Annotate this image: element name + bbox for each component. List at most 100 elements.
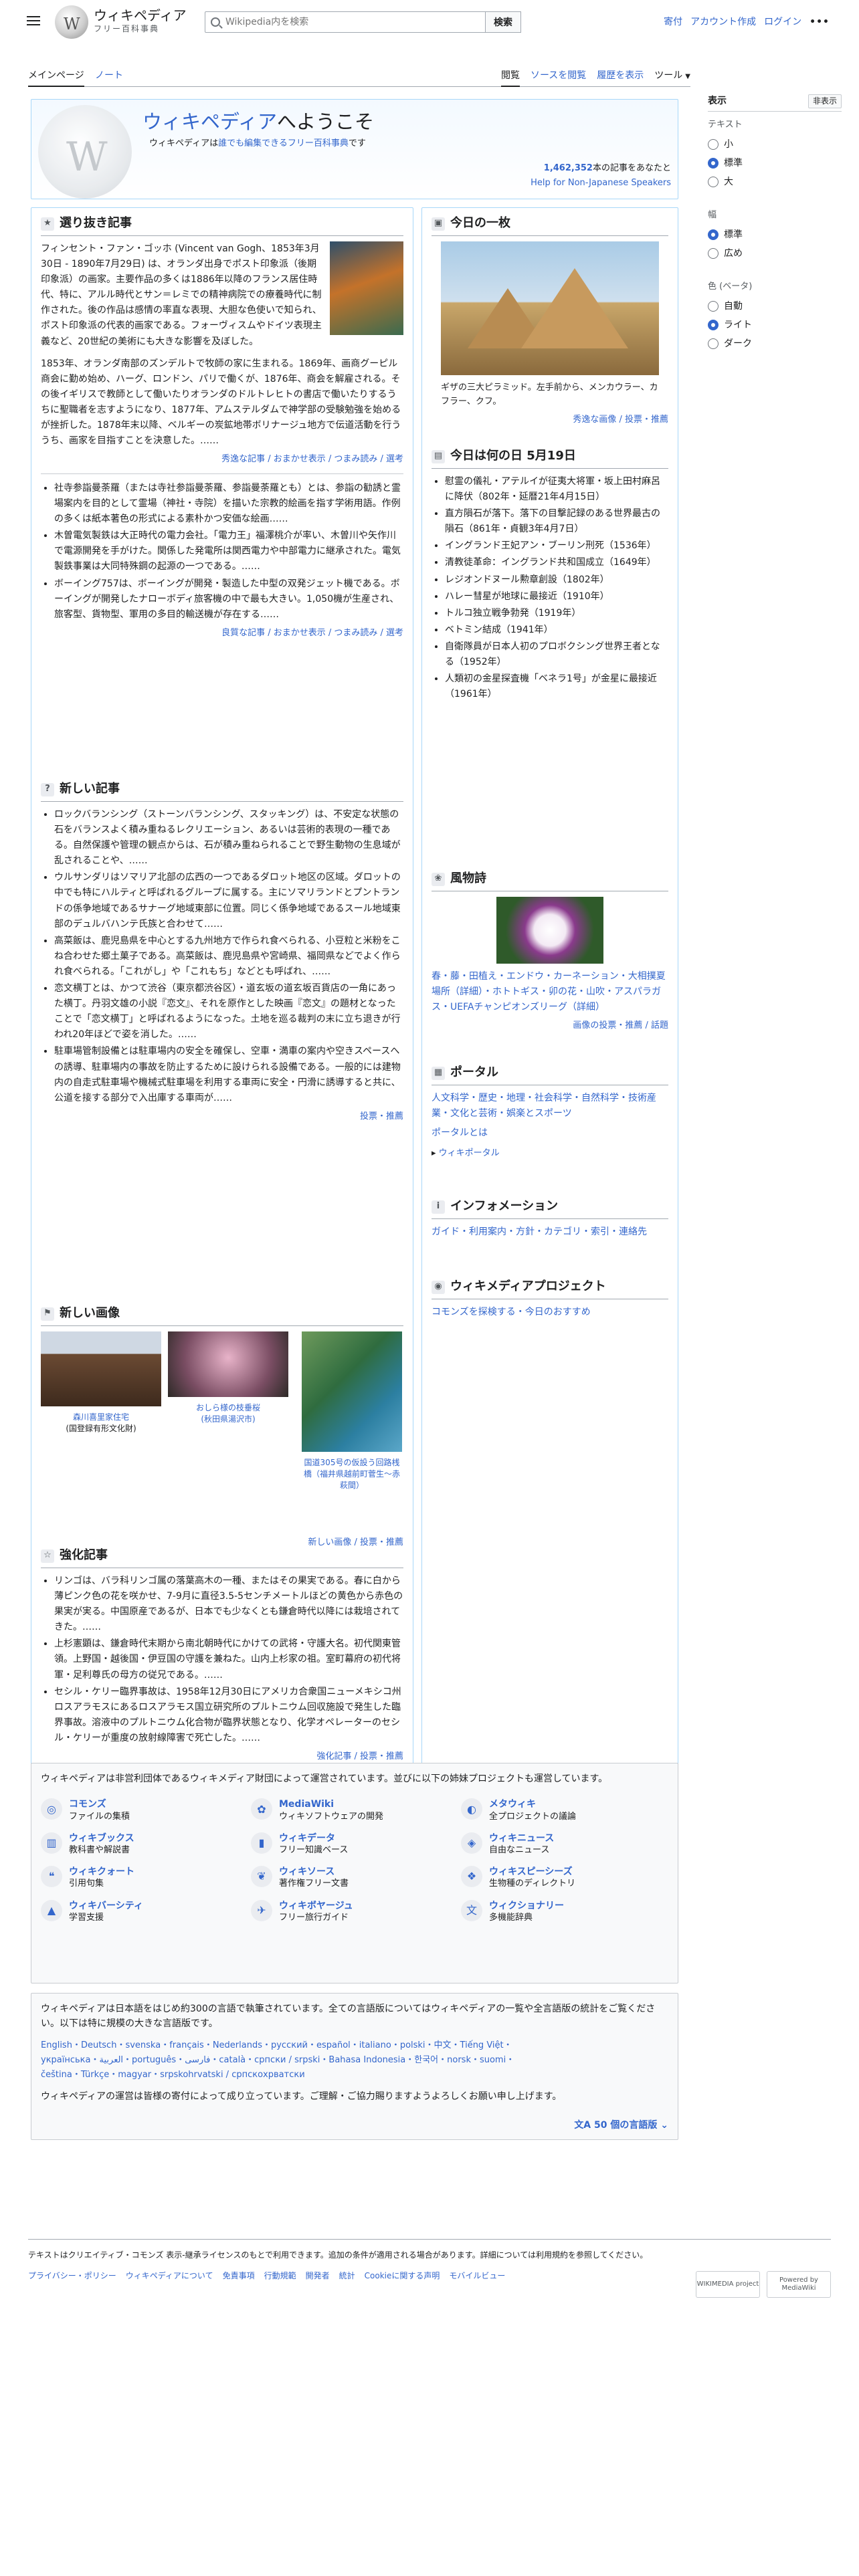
wiktionary-icon: 文: [461, 1899, 482, 1921]
article-count-text: 本の記事をあなたと: [592, 163, 671, 173]
list-item: イングランド王妃アン・ブーリン刑死（1536年）: [445, 538, 668, 554]
image-caption-sub[interactable]: (秋田県湯沢市): [168, 1414, 288, 1425]
footer-link[interactable]: 行動規範: [264, 2270, 296, 2282]
wikivoyage-icon: ✈: [251, 1899, 272, 1921]
image-caption[interactable]: おしら様の枝垂桜: [168, 1402, 288, 1414]
sister-project-meta[interactable]: ◐ メタウィキ 全プロジェクトの議論: [461, 1798, 671, 1822]
sister-project-wikivoyage[interactable]: ✈ ウィキボヤージュ フリー旅行ガイド: [251, 1899, 461, 1924]
language-selector-button[interactable]: 文A 50 個の言語版 ⌄: [574, 2118, 668, 2133]
triangle-right-icon: ▸: [432, 1148, 439, 1159]
project-title: ウィクショナリー: [489, 1900, 564, 1911]
new-image-1[interactable]: [41, 1331, 161, 1406]
list-item: 自衛隊員が日本人初のプロボクシング世界王者となる（1952年）: [445, 639, 668, 670]
project-desc: フリー旅行ガイド: [279, 1912, 349, 1923]
sister-project-wikisource[interactable]: ❦ ウィキソース 著作権フリー文書: [251, 1866, 461, 1890]
tab-tools[interactable]: ツール ▼: [654, 67, 690, 87]
sister-project-mediawiki[interactable]: ✿ MediaWiki ウィキソフトウェアの開発: [251, 1798, 461, 1822]
portal-section: ▦ ポータル 人文科学・歴史・地理・社会科学・自然科学・技術産業・文化と芸術・娯楽…: [432, 1064, 668, 1161]
color-label: 色 (ベータ): [708, 281, 753, 292]
improved-articles-more-link[interactable]: 強化記事 / 投票・推薦: [41, 1750, 403, 1764]
star-icon: ★: [41, 217, 54, 231]
text-size-small[interactable]: 小: [708, 135, 842, 154]
help-non-japanese-link[interactable]: Help for Non-Japanese Speakers: [531, 178, 671, 188]
sister-project-wikidata[interactable]: ▮ ウィキデータ フリー知識ベース: [251, 1832, 461, 1856]
new-image-2[interactable]: [168, 1331, 288, 1397]
login-link[interactable]: ログイン: [764, 15, 801, 29]
tab-talk[interactable]: ノート: [95, 67, 123, 87]
footer-link[interactable]: Cookieに関する声明: [365, 2270, 440, 2282]
site-logo[interactable]: ウィキペディア フリー百科事典: [55, 5, 187, 39]
welcome-title-link[interactable]: ウィキペディア: [142, 110, 277, 133]
text-size-standard[interactable]: 標準: [708, 154, 842, 173]
footer-link[interactable]: 開発者: [306, 2270, 330, 2282]
information-links[interactable]: ガイド・利用案内・方針・カテゴリ・索引・連絡先: [432, 1224, 668, 1240]
project-title: ウィキブックス: [69, 1832, 134, 1844]
star-icon: ☆: [41, 1549, 54, 1563]
radio-selected-icon: [708, 229, 719, 240]
donate-link[interactable]: 寄付: [664, 15, 682, 29]
footer-link[interactable]: プライバシー・ポリシー: [28, 2270, 116, 2282]
color-light[interactable]: ライト: [708, 316, 842, 334]
sister-project-wikibooks[interactable]: ▥ ウィキブックス 教科書や解説書: [41, 1832, 251, 1856]
section-title: 強化記事: [60, 1548, 108, 1563]
more-options-icon[interactable]: •••: [809, 15, 830, 29]
sister-project-wikinews[interactable]: ◈ ウィキニュース 自由なニュース: [461, 1832, 671, 1856]
seasonal-more-links[interactable]: 画像の投票・推薦 / 話題: [432, 1019, 668, 1033]
project-desc: 自由なニュース: [489, 1844, 550, 1855]
width-wide[interactable]: 広め: [708, 244, 842, 263]
mediawiki-icon: ✿: [251, 1798, 272, 1820]
sister-project-commons[interactable]: ◎ コモンズ ファイルの集積: [41, 1798, 251, 1822]
radio-label: 自動: [724, 300, 743, 312]
tab-view-source[interactable]: ソースを閲覧: [531, 67, 586, 87]
project-desc: 引用句集: [69, 1879, 104, 1889]
portal-about-link[interactable]: ポータルとは: [432, 1125, 668, 1141]
project-desc: 学習支援: [69, 1912, 104, 1923]
seasonal-image[interactable]: [496, 897, 603, 964]
tab-history[interactable]: 履歴を表示: [597, 67, 644, 87]
footer-link[interactable]: モバイルビュー: [449, 2270, 505, 2282]
welcome-sub-link[interactable]: 誰でも編集できるフリー百科事典: [218, 138, 349, 148]
tab-read[interactable]: 閲覧: [500, 67, 520, 87]
wikimedia-project-links[interactable]: コモンズを探検する・今日のおすすめ: [432, 1305, 668, 1320]
color-auto[interactable]: 自動: [708, 297, 842, 316]
seasonal-links[interactable]: 春・藤・田植え・エンドウ・カーネーション・大相撲夏場所（詳細）・ホトトギス・卯の…: [432, 969, 668, 1015]
wikiportal-toggle[interactable]: ▸ ウィキポータル: [432, 1146, 668, 1160]
portal-links[interactable]: 人文科学・歴史・地理・社会科学・自然科学・技術産業・文化と芸術・娯楽とスポーツ: [432, 1091, 668, 1121]
footer-link[interactable]: 統計: [339, 2270, 355, 2282]
search-input[interactable]: [225, 17, 480, 27]
tab-main-page[interactable]: メインページ: [28, 67, 84, 87]
picture-more-links[interactable]: 秀逸な画像 / 投票・推薦: [432, 413, 668, 427]
width-standard[interactable]: 標準: [708, 225, 842, 244]
image-caption[interactable]: 森川喜里家住宅: [41, 1412, 161, 1423]
new-image-3[interactable]: [302, 1331, 402, 1452]
mediawiki-badge[interactable]: Powered by MediaWiki: [767, 2271, 831, 2298]
main-menu-button[interactable]: [25, 13, 41, 29]
footer-link[interactable]: ウィキペディアについて: [126, 2270, 213, 2282]
project-title: MediaWiki: [279, 1799, 335, 1810]
image-caption[interactable]: 国道305号の仮設う回路桟橋（福井県越前町菅生〜赤萩間）: [302, 1457, 402, 1491]
welcome-subtitle: ウィキペディアは誰でも編集できるフリー百科事典です: [149, 137, 366, 151]
search-button[interactable]: 検索: [486, 11, 521, 33]
hide-panel-button[interactable]: 非表示: [807, 94, 842, 108]
pyramids-image[interactable]: [441, 241, 659, 375]
language-list[interactable]: English・Deutsch・svenska・français・Nederla…: [41, 2038, 668, 2082]
sister-project-wikiquote[interactable]: ❝ ウィキクォート 引用句集: [41, 1866, 251, 1890]
text-size-large[interactable]: 大: [708, 173, 842, 191]
languages-box: ウィキペディアは日本語をはじめ約300の言語で執筆されています。全ての言語版につ…: [31, 1993, 678, 2140]
footer-link[interactable]: 免責事項: [223, 2270, 255, 2282]
radio-icon: [708, 139, 719, 150]
create-account-link[interactable]: アカウント作成: [690, 15, 756, 29]
new-articles-more-link[interactable]: 投票・推薦: [41, 1110, 403, 1124]
good-articles-more-links[interactable]: 良質な記事 / おまかせ表示 / つまみ読み / 選考: [41, 627, 403, 641]
list-item: 木曽電気製鉄は大正時代の電力会社。「電力王」福澤桃介が率い、木曽川や矢作川で電源…: [54, 528, 403, 574]
languages-intro: ウィキペディアは日本語をはじめ約300の言語で執筆されています。全ての言語版につ…: [41, 2004, 656, 2030]
featured-more-links[interactable]: 秀逸な記事 / おまかせ表示 / つまみ読み / 選考: [41, 453, 403, 467]
sister-project-wikispecies[interactable]: ❖ ウィキスピーシーズ 生物種のディレクトリ: [461, 1866, 671, 1890]
wikimedia-badge[interactable]: WIKIMEDIA project: [696, 2271, 760, 2298]
color-dark[interactable]: ダーク: [708, 334, 842, 353]
van-gogh-portrait-image[interactable]: [330, 241, 403, 335]
list-item: リンゴは、バラ科リンゴ属の落葉高木の一種、またはその果実である。春に白から薄ピン…: [54, 1574, 403, 1635]
sister-project-wikiversity[interactable]: ▲ ウィキバーシティ 学習支援: [41, 1899, 251, 1924]
article-count-number[interactable]: 1,462,352: [544, 163, 593, 173]
sister-project-wiktionary[interactable]: 文ウィクショナリー 多機能辞典: [461, 1899, 671, 1924]
